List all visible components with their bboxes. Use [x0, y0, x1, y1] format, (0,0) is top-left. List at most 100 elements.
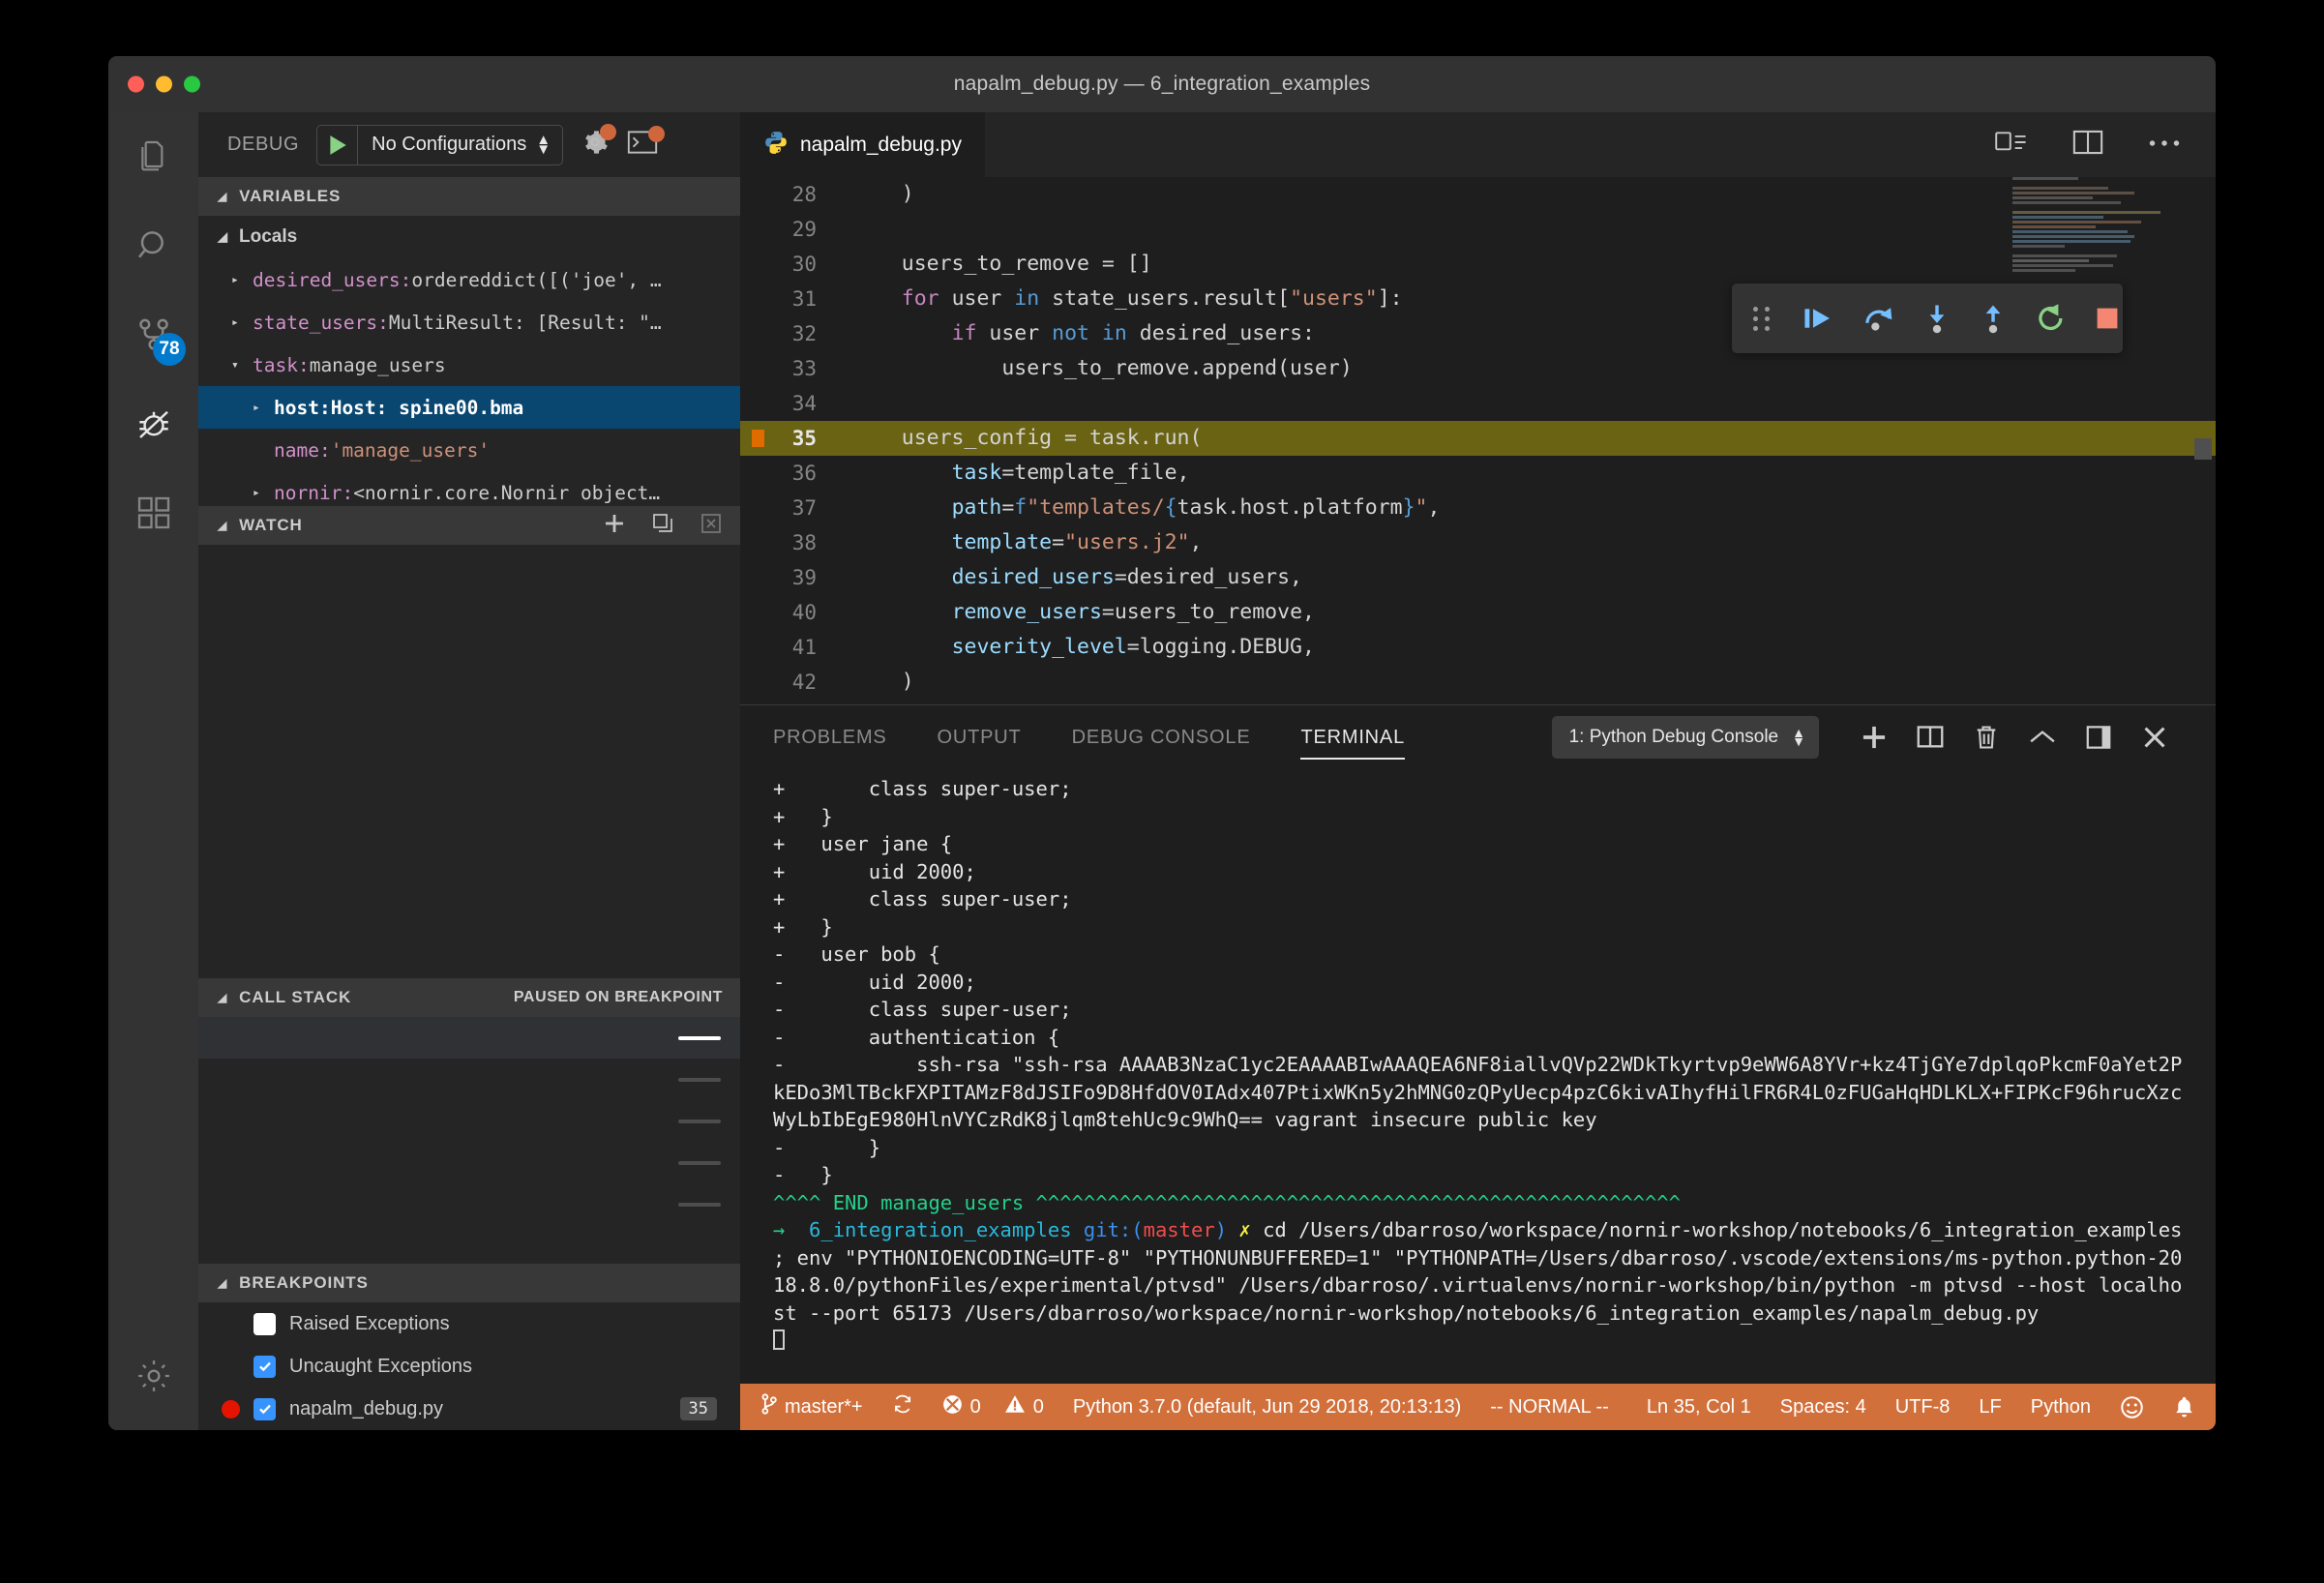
breakpoint-row[interactable]: napalm_debug.py 35: [198, 1388, 740, 1430]
code-line[interactable]: 41 severity_level=logging.DEBUG,: [740, 630, 2216, 665]
drag-handle-icon[interactable]: [1753, 306, 1772, 331]
status-python-interpreter[interactable]: Python 3.7.0 (default, Jun 29 2018, 20:1…: [1058, 1384, 1475, 1430]
extensions-icon[interactable]: [108, 468, 198, 557]
chevron-down-icon[interactable]: ▾: [231, 358, 253, 373]
debug-icon[interactable]: [108, 379, 198, 468]
panel-tab-debug-console[interactable]: DEBUG CONSOLE: [1072, 705, 1251, 769]
variable-row[interactable]: ▸ host: Host: spine00.bma: [198, 386, 740, 429]
status-cursor-position[interactable]: Ln 35, Col 1: [1632, 1396, 1766, 1419]
code-line[interactable]: 29: [740, 212, 2216, 247]
code-line[interactable]: 36 task=template_file,: [740, 456, 2216, 491]
debug-console-icon[interactable]: [627, 126, 666, 160]
chevron-right-icon[interactable]: ▸: [231, 315, 253, 330]
split-editor-diff-icon[interactable]: [1995, 128, 2028, 162]
code-line[interactable]: 42 ): [740, 665, 2216, 700]
restart-icon[interactable]: [2035, 299, 2068, 338]
settings-gear-icon[interactable]: [108, 1331, 198, 1420]
breakpoints-list[interactable]: Raised Exceptions Uncaught Exceptions napa…: [198, 1302, 740, 1430]
variable-row[interactable]: ▾ task: manage_users: [198, 343, 740, 386]
variables-section-header[interactable]: ◢ VARIABLES: [198, 177, 740, 216]
chevron-right-icon[interactable]: ▸: [253, 401, 274, 415]
new-terminal-icon[interactable]: [1846, 713, 1902, 762]
code-line[interactable]: 35 users_config = task.run(: [740, 421, 2216, 456]
callstack-frame[interactable]: [198, 1183, 740, 1225]
collapse-all-icon[interactable]: [651, 512, 674, 540]
breakpoint-row[interactable]: Uncaught Exceptions: [198, 1345, 740, 1388]
code-line[interactable]: 34: [740, 386, 2216, 421]
terminal-output[interactable]: + class super-user; + } + user jane {+ uid…: [740, 769, 2216, 1384]
smiley-icon[interactable]: [2105, 1395, 2159, 1419]
callstack-frame[interactable]: [198, 1142, 740, 1183]
panel-tab-terminal[interactable]: TERMINAL: [1300, 705, 1405, 769]
status-language-mode[interactable]: Python: [2016, 1396, 2105, 1419]
callstack-frame[interactable]: [198, 1017, 740, 1059]
watch-section-header[interactable]: ◢ WATCH: [198, 506, 740, 545]
variable-row[interactable]: ▸ desired_users: ordereddict([('joe', …: [198, 258, 740, 301]
toggle-sidebar-icon[interactable]: [2071, 713, 2127, 762]
step-into-icon[interactable]: [1922, 299, 1952, 338]
code-line[interactable]: 38 template="users.j2",: [740, 525, 2216, 560]
step-over-icon[interactable]: [1862, 299, 1895, 338]
breakpoints-section-header[interactable]: ◢ BREAKPOINTS: [198, 1264, 740, 1302]
chevron-right-icon[interactable]: ▸: [231, 273, 253, 287]
callstack-frame[interactable]: [198, 1100, 740, 1142]
source-control-icon[interactable]: 78: [108, 290, 198, 379]
panel-tab-output[interactable]: OUTPUT: [938, 705, 1022, 769]
split-terminal-icon[interactable]: [1902, 713, 1958, 762]
stop-icon[interactable]: [2095, 299, 2120, 338]
code-line[interactable]: 28 ): [740, 177, 2216, 212]
editor-scrollbar[interactable]: [2194, 438, 2212, 460]
breakpoint-checkbox[interactable]: [253, 1355, 276, 1378]
remove-all-expressions-icon[interactable]: [700, 512, 723, 540]
code-line[interactable]: 33 users_to_remove.append(user): [740, 351, 2216, 386]
variable-row[interactable]: ▸ state_users: MultiResult: [Result: "…: [198, 301, 740, 343]
terminal-instance-select[interactable]: 1: Python Debug Console ▲ ▼: [1551, 716, 1819, 759]
status-encoding[interactable]: UTF-8: [1881, 1396, 1965, 1419]
add-expression-icon[interactable]: [603, 512, 626, 540]
status-indentation[interactable]: Spaces: 4: [1766, 1396, 1881, 1419]
start-debugging-icon[interactable]: [317, 125, 359, 164]
chevron-right-icon[interactable]: ▸: [253, 486, 274, 500]
variable-row[interactable]: ▸ nornir: <nornir.core.Nornir object…: [198, 471, 740, 506]
minimize-window-button[interactable]: [156, 75, 172, 93]
close-panel-icon[interactable]: [2127, 713, 2183, 762]
status-problems[interactable]: 0 0: [928, 1384, 1058, 1430]
breakpoint-checkbox[interactable]: [253, 1397, 276, 1420]
callstack-section-header[interactable]: ◢ CALL STACK PAUSED ON BREAKPOINT: [198, 978, 740, 1017]
status-branch[interactable]: master*+: [746, 1384, 878, 1430]
split-editor-icon[interactable]: [2072, 128, 2103, 162]
maximize-window-button[interactable]: [184, 75, 200, 93]
editor-tab-napalm-debug[interactable]: napalm_debug.py: [740, 112, 985, 177]
code-line[interactable]: 30 users_to_remove = []: [740, 247, 2216, 282]
debug-configuration-select[interactable]: No Configurations ▲ ▼: [316, 124, 564, 165]
more-actions-icon[interactable]: [2148, 136, 2181, 154]
kill-terminal-icon[interactable]: [1958, 713, 2014, 762]
search-icon[interactable]: [108, 201, 198, 290]
code-line[interactable]: 39 desired_users=desired_users,: [740, 560, 2216, 595]
status-sync[interactable]: [878, 1384, 928, 1430]
variable-row[interactable]: ▸name: 'manage_users': [198, 429, 740, 471]
close-window-button[interactable]: [128, 75, 144, 93]
debug-settings-gear-icon[interactable]: [581, 124, 617, 162]
code-line[interactable]: 40 remove_users=users_to_remove,: [740, 595, 2216, 630]
breakpoint-marker-icon[interactable]: [752, 430, 764, 447]
code-editor[interactable]: 28 ) 29 30 users_to_remove = [] 31 for user…: [740, 177, 2216, 704]
bell-icon[interactable]: [2159, 1395, 2210, 1419]
step-out-icon[interactable]: [1979, 299, 2008, 338]
breakpoint-row[interactable]: Raised Exceptions: [198, 1302, 740, 1345]
code-line[interactable]: 37 path=f"templates/{task.host.platform}…: [740, 491, 2216, 525]
status-eol[interactable]: LF: [1964, 1396, 2015, 1419]
variables-tree[interactable]: ◢ Locals ▸ desired_users: ordereddict([('…: [198, 216, 740, 506]
debug-float-toolbar[interactable]: [1732, 284, 2123, 353]
bottom-panel: PROBLEMS OUTPUT DEBUG CONSOLE TERMINAL 1: P…: [740, 704, 2216, 1384]
callstack-frame[interactable]: [198, 1059, 740, 1100]
continue-icon[interactable]: [1803, 299, 1835, 338]
panel-tab-problems[interactable]: PROBLEMS: [773, 705, 887, 769]
breakpoint-checkbox[interactable]: [253, 1312, 276, 1335]
watch-expressions-list[interactable]: [198, 545, 740, 978]
code-lines[interactable]: 28 ) 29 30 users_to_remove = [] 31 for user…: [740, 177, 2216, 704]
variables-scope-locals[interactable]: ◢ Locals: [198, 216, 740, 258]
maximize-panel-icon[interactable]: [2014, 713, 2071, 762]
explorer-icon[interactable]: [108, 112, 198, 201]
callstack-list[interactable]: [198, 1017, 740, 1225]
